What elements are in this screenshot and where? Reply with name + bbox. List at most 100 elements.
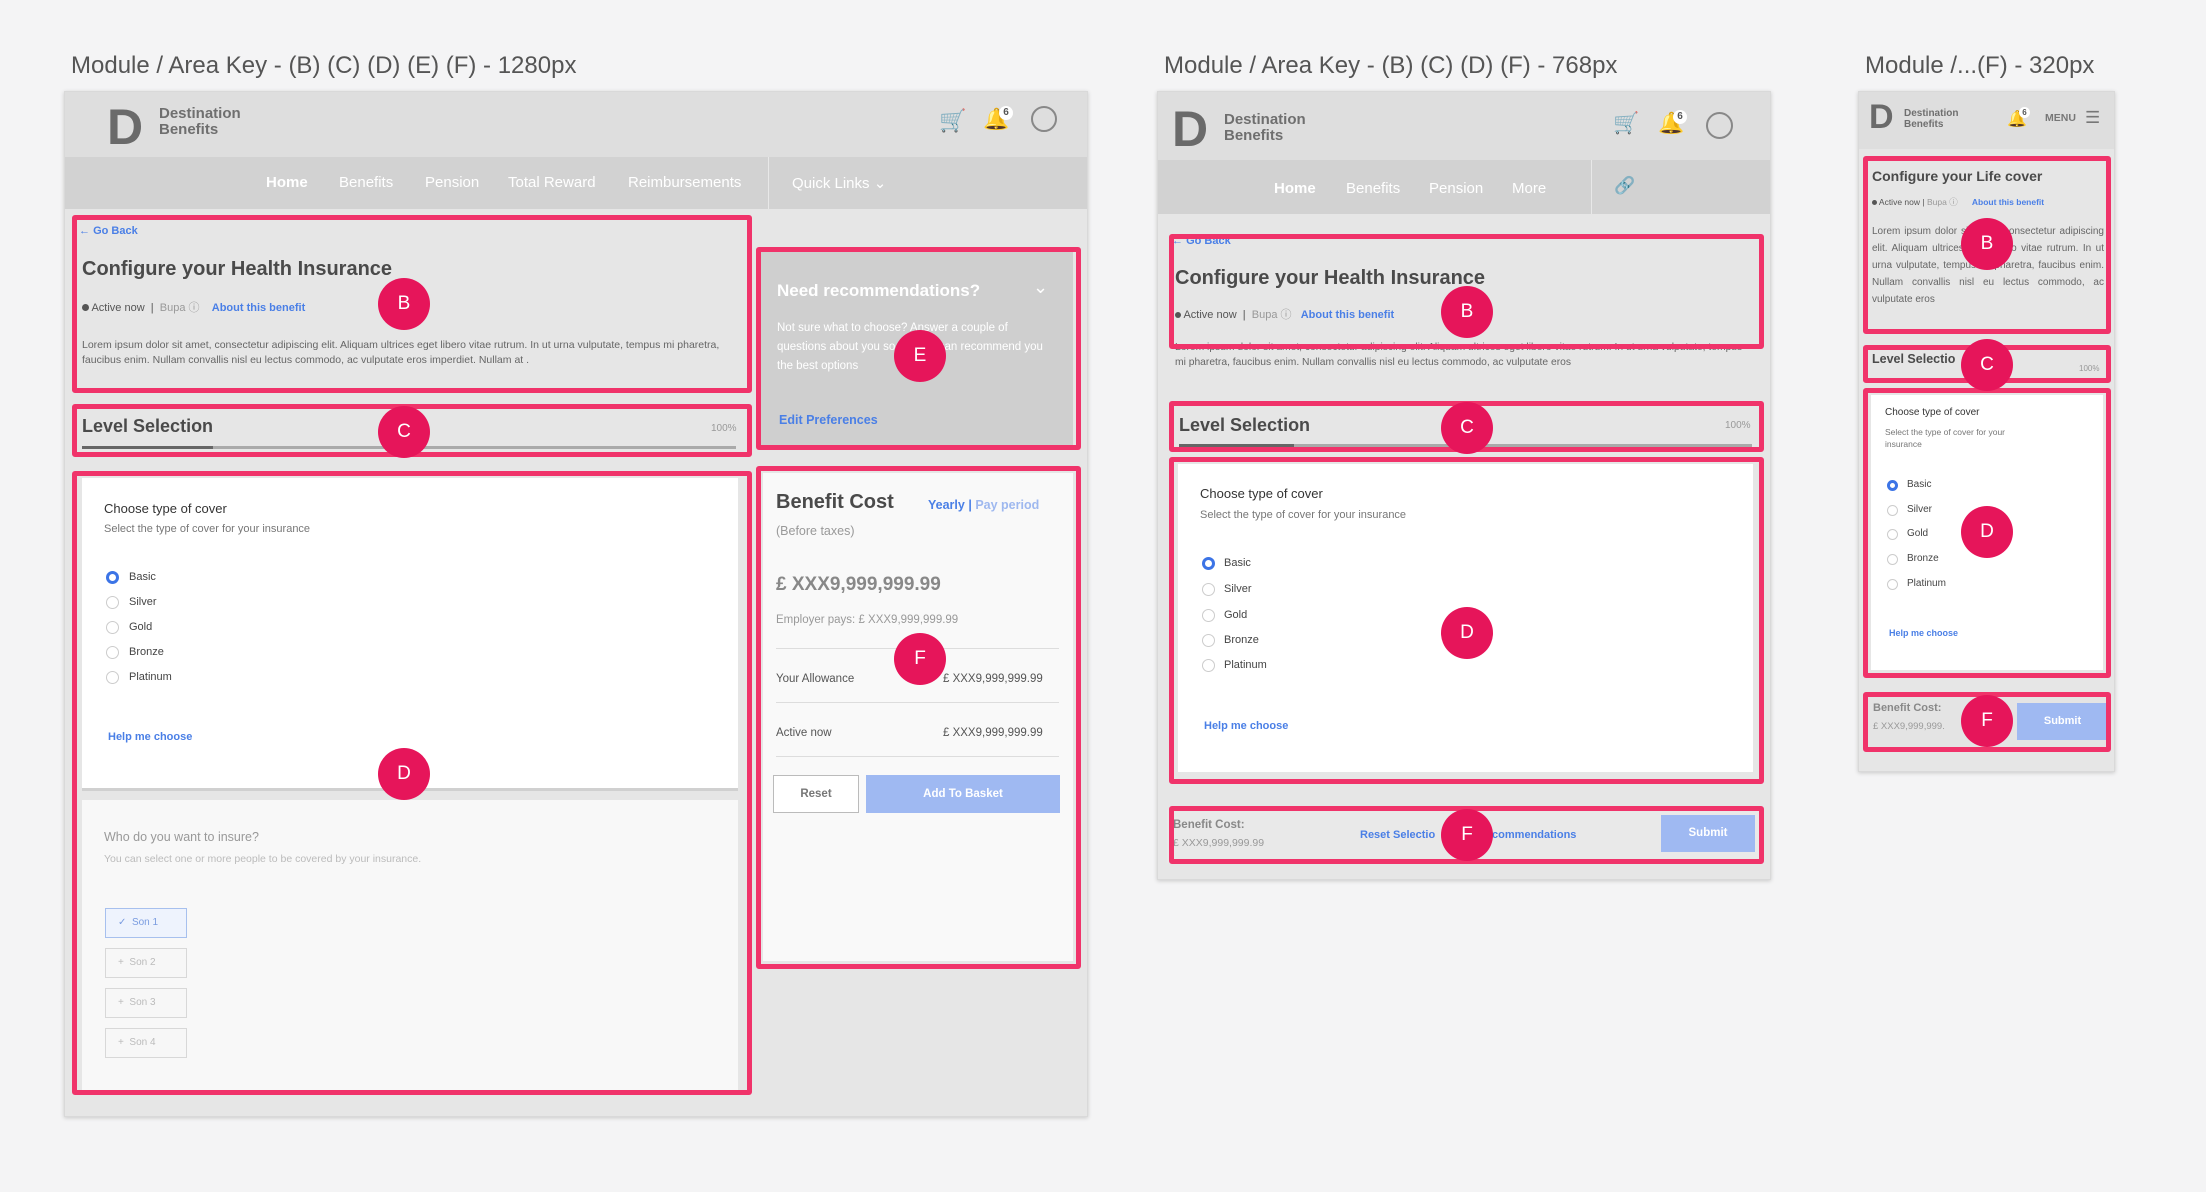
menu-label[interactable]: MENU — [2045, 112, 2076, 124]
reset-button[interactable]: Reset — [773, 775, 859, 813]
user-icon[interactable] — [1706, 112, 1733, 139]
insure-card: Who do you want to insure? You can selec… — [82, 800, 738, 1090]
go-back-link[interactable]: ← Go Back — [1172, 235, 1231, 247]
radio-silver[interactable] — [1202, 583, 1215, 596]
link-icon[interactable]: 🔗 — [1614, 176, 1635, 196]
radio-gold[interactable] — [1887, 529, 1898, 540]
nav-more[interactable]: More — [1512, 180, 1546, 197]
nav-benefits[interactable]: Benefits — [1346, 180, 1400, 197]
cart-icon[interactable]: 🛒 — [939, 108, 966, 134]
key-e: E — [894, 330, 946, 382]
radio-silver[interactable] — [1887, 505, 1898, 516]
submit-button[interactable]: Submit — [1661, 815, 1755, 852]
arrow-left-icon: ← — [79, 225, 90, 237]
nav-pension[interactable]: Pension — [1429, 180, 1483, 197]
reset-selection-link[interactable]: Reset Selectio — [1360, 829, 1435, 841]
brand-logo-icon: D — [1172, 101, 1209, 157]
arrow-left-icon: ← — [1172, 235, 1183, 247]
divider — [776, 756, 1059, 757]
level-selection-title: Level Selection — [82, 416, 214, 436]
cover-subtitle: Select the type of cover for your insura… — [1200, 509, 1407, 521]
person-chip-son3[interactable]: + Son 3 — [105, 988, 187, 1018]
person-chip-son1[interactable]: ✓ Son 1 — [105, 908, 187, 938]
level-percent: 100% — [2079, 364, 2100, 373]
active-now-label: Active now — [776, 727, 832, 739]
about-benefit-link[interactable]: About this benefit — [212, 302, 306, 314]
brand-name: Destination Benefits — [1224, 111, 1306, 145]
nav-reimbursements[interactable]: Reimbursements — [628, 174, 741, 191]
add-to-basket-button[interactable]: Add To Basket — [866, 775, 1060, 813]
status-dot-icon — [82, 304, 89, 311]
cover-title: Choose type of cover — [1885, 407, 1980, 418]
help-me-choose-link[interactable]: Help me choose — [1889, 628, 1958, 638]
check-icon: ✓ — [118, 917, 127, 928]
key-b: B — [1961, 218, 2013, 270]
notification-badge: 6 — [2019, 107, 2030, 118]
page-title: Configure your Life cover — [1872, 168, 2043, 184]
radio-gold[interactable] — [1202, 609, 1215, 622]
benefit-meta: Active now | Bupa ⓘ About this benefit — [82, 299, 305, 315]
key-c: C — [1961, 339, 2013, 391]
cover-title: Choose type of cover — [1200, 486, 1323, 501]
notification-badge: 6 — [999, 106, 1013, 120]
radio-bronze[interactable] — [1887, 554, 1898, 565]
nav-quick-links[interactable]: Quick Links ⌄ — [792, 174, 886, 192]
radio-basic[interactable] — [106, 571, 119, 584]
nav-total-reward[interactable]: Total Reward — [508, 174, 596, 191]
radio-platinum[interactable] — [106, 671, 119, 684]
submit-button[interactable]: Submit — [2017, 703, 2108, 740]
employer-pays: Employer pays: £ XXX9,999,999.99 — [776, 614, 959, 626]
desktop-frame-title: Module / Area Key - (B) (C) (D) (E) (F) … — [71, 52, 577, 79]
recommendations-title: Need recommendations? — [777, 281, 981, 300]
tablet-frame-title: Module / Area Key - (B) (C) (D) (F) - 76… — [1164, 52, 1618, 79]
radio-basic[interactable] — [1887, 480, 1898, 491]
yearly-toggle[interactable]: Yearly — [928, 498, 965, 512]
brand-logo-icon: D — [107, 99, 144, 155]
cart-icon[interactable]: 🛒 — [1613, 112, 1639, 136]
key-d: D — [378, 748, 430, 800]
nav-pension[interactable]: Pension — [425, 174, 479, 191]
option-label: Silver — [1907, 504, 1933, 515]
help-me-choose-link[interactable]: Help me choose — [1204, 720, 1288, 732]
pay-period-toggle[interactable]: Pay period — [975, 498, 1039, 512]
radio-platinum[interactable] — [1887, 579, 1898, 590]
key-d: D — [1441, 607, 1493, 659]
allowance-label: Your Allowance — [776, 673, 855, 685]
radio-bronze[interactable] — [106, 646, 119, 659]
option-label: Bronze — [1224, 634, 1259, 646]
before-taxes: (Before taxes) — [776, 524, 855, 538]
person-chip-son4[interactable]: + Son 4 — [105, 1028, 187, 1058]
footer-cost-label: Benefit Cost: — [1173, 819, 1245, 831]
about-benefit-link[interactable]: About this benefit — [1301, 309, 1395, 321]
help-me-choose-link[interactable]: Help me choose — [108, 731, 192, 743]
nav-home[interactable]: Home — [1274, 180, 1316, 197]
chevron-down-icon[interactable]: ⌄ — [1033, 277, 1048, 298]
tablet-frame: D Destination Benefits 🛒 🔔 6 Home Benefit… — [1157, 91, 1771, 880]
main-nav: Home Benefits Pension Total Reward Reimb… — [65, 157, 1087, 209]
level-selection-title: Level Selection — [1179, 415, 1311, 435]
nav-benefits[interactable]: Benefits — [339, 174, 393, 191]
option-label: Basic — [129, 571, 156, 583]
about-benefit-link[interactable]: About this benefit — [1972, 197, 2044, 207]
level-selection-title: Level Selectio — [1872, 352, 1956, 366]
user-icon[interactable] — [1031, 106, 1057, 132]
radio-platinum[interactable] — [1202, 659, 1215, 672]
key-c: C — [1441, 402, 1493, 454]
cover-title: Choose type of cover — [104, 501, 227, 516]
radio-basic[interactable] — [1202, 557, 1215, 570]
active-now-value: £ XXX9,999,999.99 — [943, 727, 1043, 739]
option-label: Basic — [1907, 479, 1932, 490]
footer-cost-amount: £ XXX9,999,999. — [1873, 721, 1945, 732]
radio-bronze[interactable] — [1202, 634, 1215, 647]
nav-home[interactable]: Home — [266, 174, 308, 191]
plus-icon: + — [118, 957, 124, 968]
brand-name: Destination Benefits — [159, 105, 241, 139]
radio-silver[interactable] — [106, 596, 119, 609]
radio-gold[interactable] — [106, 621, 119, 634]
hamburger-icon[interactable]: ☰ — [2085, 108, 2100, 128]
benefit-meta: Active now | Bupa ⓘ About this benefit — [1175, 306, 1394, 322]
go-back-link[interactable]: ← Go Back — [79, 225, 138, 237]
page-title: Configure your Health Insurance — [1175, 267, 1486, 289]
edit-preferences-link[interactable]: Edit Preferences — [779, 413, 878, 427]
person-chip-son2[interactable]: + Son 2 — [105, 948, 187, 978]
